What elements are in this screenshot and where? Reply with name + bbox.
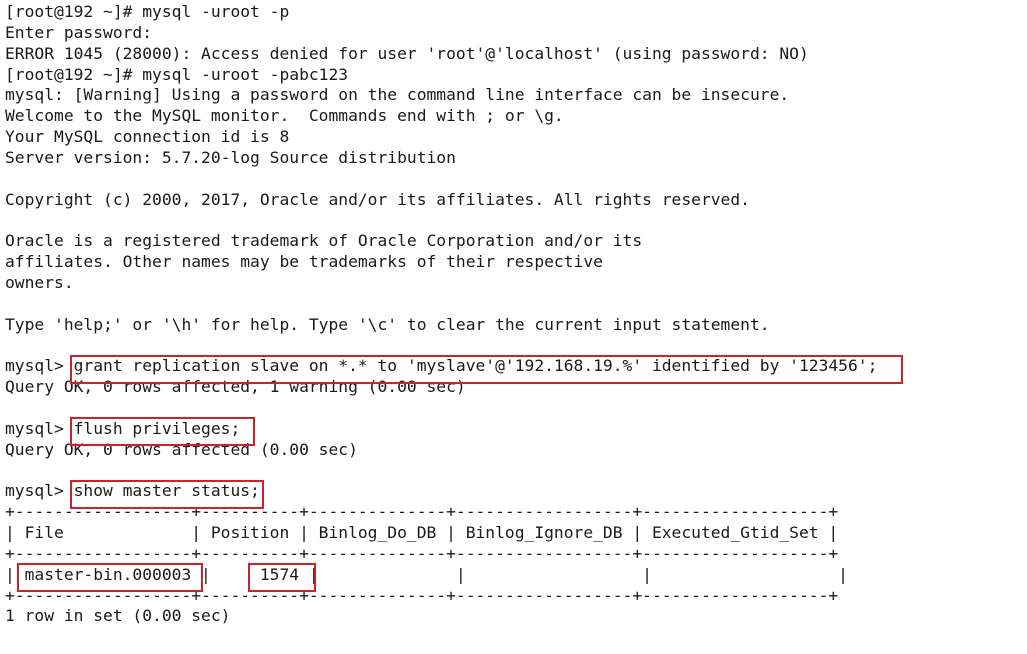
table-data-row: | master-bin.000003 | 1574 | | | | <box>5 564 848 584</box>
terminal-line-show-master-status-command: mysql> show master status; <box>5 481 260 501</box>
terminal-line: Server version: 5.7.20-log Source distri… <box>5 147 456 167</box>
terminal-line: [root@192 ~]# mysql -uroot -pabc123 <box>5 64 349 84</box>
terminal-line: ERROR 1045 (28000): Access denied for us… <box>5 43 809 63</box>
terminal-line: Your MySQL connection id is 8 <box>5 127 290 147</box>
terminal-line-grant-command: mysql> grant replication slave on *.* to… <box>5 356 878 376</box>
terminal-line-flush-command: mysql> flush privileges; <box>5 418 241 438</box>
terminal-line-row-count: 1 row in set (0.00 sec) <box>5 606 231 626</box>
terminal-line: Welcome to the MySQL monitor. Commands e… <box>5 106 564 126</box>
terminal-output: [root@192 ~]# mysql -uroot -p Enter pass… <box>5 2 1022 627</box>
terminal-line: [root@192 ~]# mysql -uroot -p <box>5 2 290 21</box>
terminal-line: Query OK, 0 rows affected (0.00 sec) <box>5 439 358 459</box>
terminal-line: owners. <box>5 272 74 292</box>
table-border-top: +------------------+----------+---------… <box>5 502 839 522</box>
terminal-line: mysql: [Warning] Using a password on the… <box>5 85 790 105</box>
table-header-row: | File | Position | Binlog_Do_DB | Binlo… <box>5 523 839 543</box>
table-border-bottom: +------------------+----------+---------… <box>5 585 839 605</box>
terminal-line: Type 'help;' or '\h' for help. Type '\c'… <box>5 314 770 334</box>
terminal-line: Enter password: <box>5 22 153 42</box>
terminal-window[interactable]: [root@192 ~]# mysql -uroot -p Enter pass… <box>0 0 1027 654</box>
terminal-line: affiliates. Other names may be trademark… <box>5 252 603 272</box>
terminal-line: Oracle is a registered trademark of Orac… <box>5 231 643 251</box>
table-border-middle: +------------------+----------+---------… <box>5 543 839 563</box>
terminal-line: Query OK, 0 rows affected, 1 warning (0.… <box>5 377 466 397</box>
terminal-line: Copyright (c) 2000, 2017, Oracle and/or … <box>5 189 750 209</box>
